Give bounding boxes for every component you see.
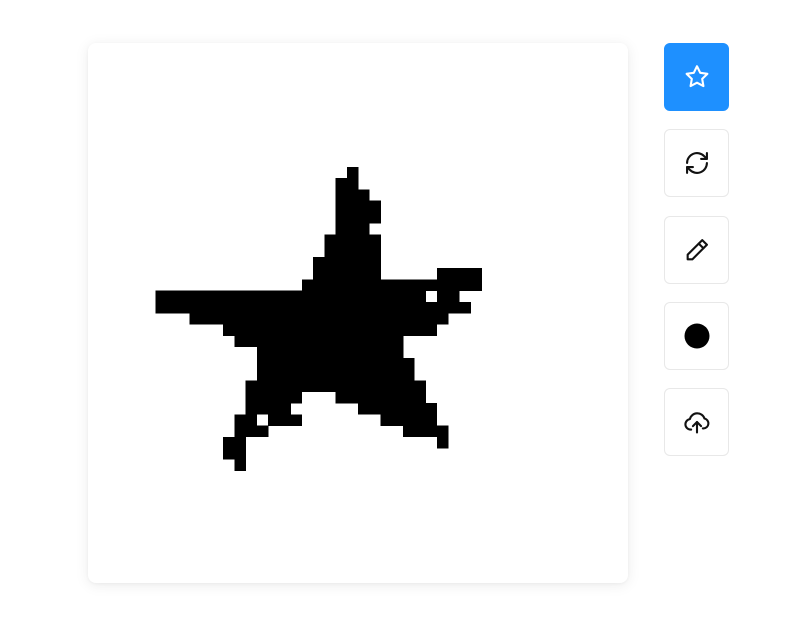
pixel-run xyxy=(223,448,246,460)
refresh-button[interactable] xyxy=(664,129,729,197)
pixel-run xyxy=(436,436,449,449)
pixel-run xyxy=(189,313,449,325)
pixel-run xyxy=(245,380,426,393)
pixel-run xyxy=(324,234,381,246)
pixel-run xyxy=(245,391,303,404)
drawing-canvas[interactable] xyxy=(88,43,628,583)
pixel-run xyxy=(301,279,483,291)
pencil-icon xyxy=(683,236,711,264)
pixel-run xyxy=(436,290,460,303)
star-icon xyxy=(683,63,711,91)
pixel-run xyxy=(256,346,404,359)
pixel-run xyxy=(335,200,381,213)
pixel-run xyxy=(313,268,381,280)
pixel-run xyxy=(234,335,404,348)
star-tool-button[interactable] xyxy=(664,43,729,111)
pixel-run xyxy=(324,245,381,258)
pixel-run xyxy=(335,211,381,224)
pixel-run xyxy=(155,301,471,314)
pixel-run xyxy=(358,403,438,415)
refresh-icon xyxy=(683,149,711,177)
pixel-run xyxy=(436,268,483,280)
pixel-run xyxy=(256,369,415,381)
pixel-run xyxy=(268,414,303,426)
pixel-art-star xyxy=(155,166,483,471)
pixel-run xyxy=(335,189,370,201)
pixel-drawing-app xyxy=(0,0,793,630)
color-picker-button[interactable] xyxy=(664,302,729,370)
pixel-run xyxy=(335,178,359,190)
pencil-tool-button[interactable] xyxy=(664,216,729,284)
pixel-run xyxy=(223,436,246,449)
pixel-run xyxy=(155,290,426,303)
pixel-run xyxy=(346,166,359,179)
pixel-run xyxy=(335,391,426,404)
pixel-run xyxy=(256,358,415,370)
upload-cloud-icon xyxy=(683,408,711,436)
pixel-run xyxy=(234,459,246,471)
pixel-run xyxy=(223,324,438,336)
filled-circle-icon xyxy=(683,322,711,350)
pixel-run xyxy=(380,414,438,426)
pixel-run xyxy=(335,223,370,235)
pixel-run xyxy=(245,403,291,415)
pixel-run xyxy=(313,256,381,269)
pixel-run xyxy=(403,425,449,438)
pixel-run xyxy=(234,425,269,438)
pixel-run xyxy=(234,414,258,426)
upload-button[interactable] xyxy=(664,388,729,456)
